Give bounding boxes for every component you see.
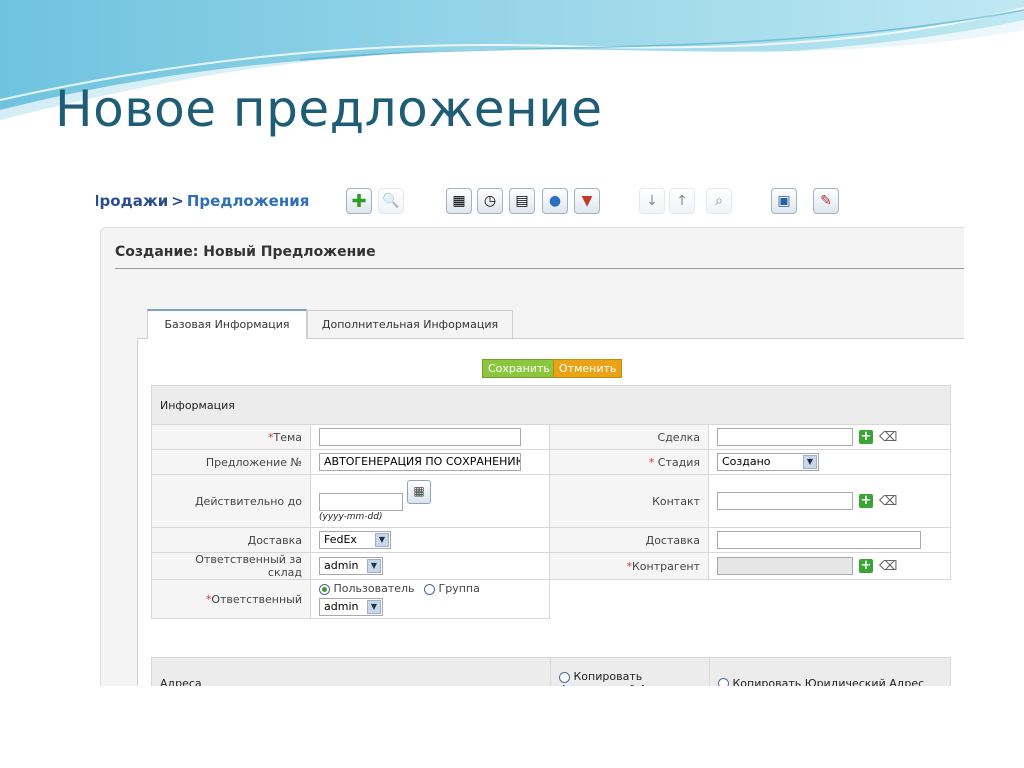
find-duplicates-icon[interactable]: ⌕	[706, 188, 732, 214]
copy-legal-label: Копировать Юридический Адрес	[732, 676, 925, 687]
save-button[interactable]: Сохранить	[482, 359, 556, 378]
cancel-button[interactable]: Отменить	[553, 359, 623, 378]
chevron-down-icon: ▼	[375, 533, 389, 547]
shipping-select[interactable]: FedEx ▼	[319, 531, 391, 549]
chat-icon[interactable]: ●	[542, 188, 568, 214]
add-contact-icon[interactable]: +	[859, 494, 873, 508]
subject-label: *Тема	[151, 424, 311, 450]
search-icon[interactable]: 🔍	[378, 188, 404, 214]
deal-input[interactable]	[717, 428, 853, 446]
account-label: *Контрагент	[549, 552, 709, 580]
calculator-icon[interactable]: ▤	[509, 188, 535, 214]
shipping2-label: Доставка	[549, 527, 709, 553]
address-title: Адреса	[151, 657, 551, 686]
crm-screenshot: Продажи>Предложения ✚ 🔍 ▦ ◷ ▤ ● ▼ ↓ ↑ ⌕ …	[96, 180, 964, 686]
shipping2-input[interactable]	[717, 531, 921, 549]
tab-additional-info[interactable]: Дополнительная Информация	[307, 310, 513, 338]
contact-input[interactable]	[717, 492, 853, 510]
calendar-icon[interactable]: ▦	[446, 188, 472, 214]
breadcrumb: Продажи>Предложения	[96, 192, 309, 210]
stage-select[interactable]: Создано ▼	[717, 453, 819, 471]
add-icon[interactable]: ✚	[346, 188, 372, 214]
owner-label: *Ответственный	[151, 579, 311, 619]
tab-panel: Базовая Информация Дополнительная Информ…	[137, 309, 964, 686]
calendar-picker-icon[interactable]: ▦	[407, 479, 431, 504]
add-account-icon[interactable]: +	[859, 559, 873, 573]
section-title: Информация	[151, 385, 951, 425]
add-deal-icon[interactable]: +	[859, 430, 873, 444]
owner-group-label: Группа	[438, 582, 480, 595]
clear-account-icon[interactable]: ⌫	[879, 559, 897, 574]
breadcrumb-current[interactable]: Предложения	[187, 192, 309, 210]
deal-label: Сделка	[549, 424, 709, 450]
heading-divider	[115, 268, 964, 269]
settings-icon[interactable]: ✎	[813, 188, 839, 214]
chevron-down-icon: ▼	[367, 600, 381, 614]
valid-until-label: Действительно до	[151, 474, 311, 528]
warehouse-owner-label: Ответственный за склад	[151, 552, 311, 580]
contact-label: Контакт	[549, 474, 709, 528]
shipping-label: Доставка	[151, 527, 311, 553]
clear-deal-icon[interactable]: ⌫	[879, 430, 897, 445]
account-input[interactable]	[717, 557, 853, 575]
warehouse-owner-select[interactable]: admin ▼	[319, 557, 383, 575]
chevron-down-icon: ▼	[803, 455, 817, 469]
date-format-hint: (yyyy-mm-dd)	[319, 511, 383, 522]
owner-user-label: Пользователь	[333, 582, 415, 595]
arrow-up-icon[interactable]: ↑	[669, 188, 695, 214]
chevron-down-icon: ▼	[367, 559, 381, 573]
clear-contact-icon[interactable]: ⌫	[879, 494, 897, 509]
copy-actual-label: Копировать Фактический Адрес	[559, 670, 674, 686]
tab-basic-info[interactable]: Базовая Информация	[147, 309, 307, 339]
breadcrumb-separator: >	[171, 192, 184, 210]
quote-no-label: Предложение №	[151, 449, 311, 475]
import-icon[interactable]: ▼	[574, 188, 600, 214]
owner-group-radio[interactable]	[424, 583, 436, 595]
quote-no-input[interactable]: АВТОГЕНЕРАЦИЯ ПО СОХРАНЕНИЮ	[319, 453, 521, 471]
computer-icon[interactable]: ▣	[771, 188, 797, 214]
form-heading: Создание: Новый Предложение	[115, 244, 376, 260]
address-table: Адреса Копировать Фактический Адрес Копи…	[151, 657, 951, 686]
stage-label: * Стадия	[549, 449, 709, 475]
valid-until-input[interactable]	[319, 492, 403, 511]
slide-title: Новое предложение	[55, 80, 603, 138]
info-table: Информация *Тема Сделка + ⌫ Предложение №…	[151, 385, 951, 619]
breadcrumb-module[interactable]: Продажи	[96, 192, 168, 210]
owner-user-radio[interactable]	[319, 583, 330, 595]
arrow-down-icon[interactable]: ↓	[639, 188, 665, 214]
owner-select[interactable]: admin ▼	[319, 598, 383, 616]
copy-legal-radio[interactable]	[718, 678, 729, 686]
subject-input[interactable]	[319, 428, 521, 446]
clock-icon[interactable]: ◷	[477, 188, 503, 214]
form-card: Создание: Новый Предложение Базовая Инфо…	[100, 227, 964, 686]
copy-actual-radio[interactable]	[559, 671, 570, 683]
